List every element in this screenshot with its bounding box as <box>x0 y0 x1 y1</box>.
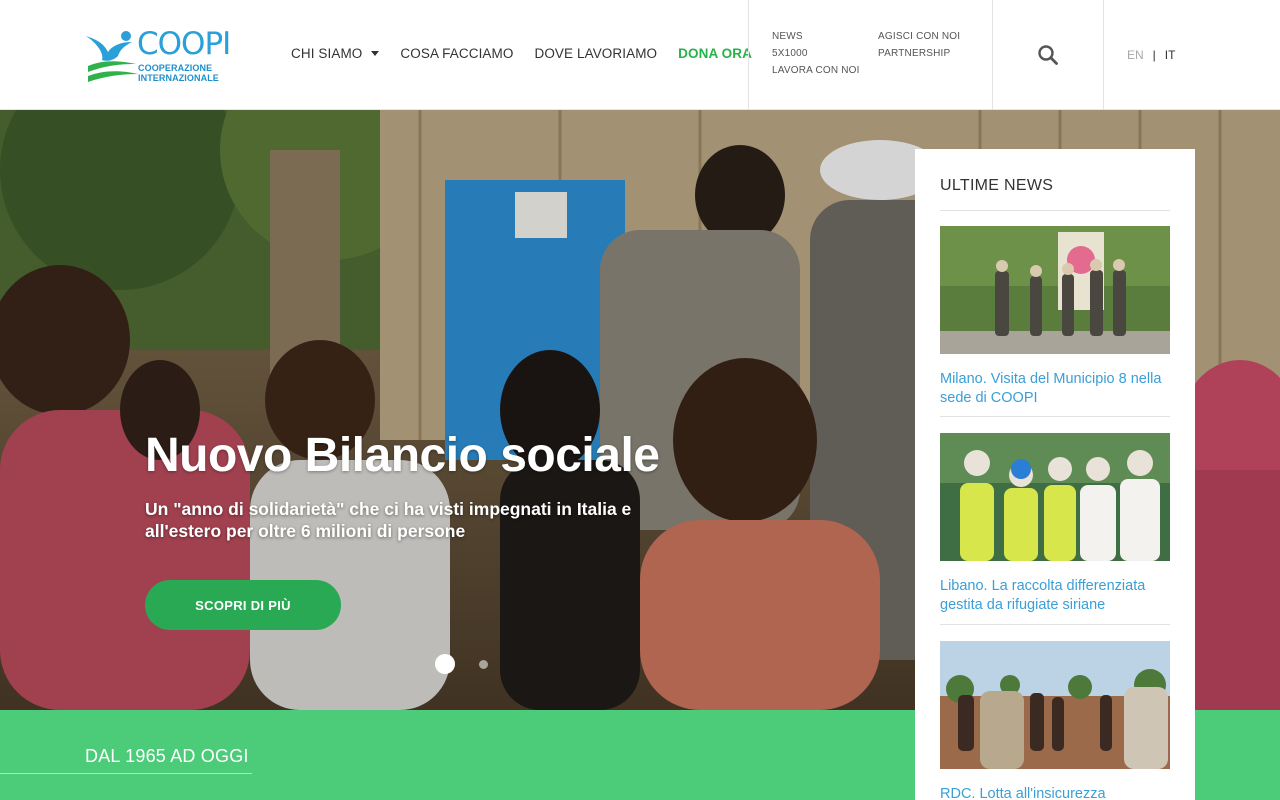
news-caption: Libano. La raccolta differenziata gestit… <box>940 578 1146 613</box>
news-divider <box>940 210 1170 211</box>
main-navigation: CHI SIAMO COSA FACCIAMO DOVE LAVORIAMO D… <box>291 46 752 61</box>
logo-wordmark: COOPI <box>137 26 231 62</box>
news-divider <box>940 416 1170 417</box>
slider-dot-active[interactable] <box>435 654 455 674</box>
nav-cosa-facciamo[interactable]: COSA FACCIAMO <box>400 46 513 61</box>
chevron-down-icon <box>371 51 380 56</box>
news-thumbnail <box>940 433 1170 561</box>
header-divider <box>748 0 749 110</box>
nav-chi-siamo[interactable]: CHI SIAMO <box>291 46 380 61</box>
secnav-partnership[interactable]: PARTNERSHIP <box>878 48 950 59</box>
logo-subtitle: COOPERAZIONE INTERNAZIONALE <box>138 63 219 83</box>
nav-dona-ora[interactable]: DONA ORA <box>678 46 752 61</box>
nav-chi-siamo-label: CHI SIAMO <box>291 46 363 61</box>
news-item[interactable]: Milano. Visita del Municipio 8 nella sed… <box>940 226 1170 408</box>
news-item[interactable]: RDC. Lotta all'insicurezza <box>940 641 1170 800</box>
hero-cta-button[interactable]: SCOPRI DI PIÙ <box>145 580 341 630</box>
secnav-agisci-con-noi[interactable]: AGISCI CON NOI <box>878 31 960 42</box>
news-caption: RDC. Lotta all'insicurezza <box>940 786 1106 800</box>
history-band-divider <box>0 773 252 774</box>
language-it[interactable]: IT <box>1165 48 1176 62</box>
search-button[interactable] <box>1036 43 1060 67</box>
news-item[interactable]: Libano. La raccolta differenziata gestit… <box>940 433 1170 615</box>
nav-dove-lavoriamo[interactable]: DOVE LAVORIAMO <box>534 46 657 61</box>
language-separator: | <box>1152 48 1156 62</box>
latest-news-panel: ULTIME NEWS Milano. Visita del Municipio… <box>915 149 1195 800</box>
history-band-title: DAL 1965 AD OGGI <box>85 746 249 766</box>
header-divider <box>1103 0 1104 110</box>
site-header: COOPI COOPERAZIONE INTERNAZIONALE CHI SI… <box>0 0 1280 110</box>
secnav-lavora-con-noi[interactable]: LAVORA CON NOI <box>772 65 860 76</box>
language-switcher: EN | IT <box>1127 48 1175 62</box>
coopi-logo[interactable]: COOPI COOPERAZIONE INTERNAZIONALE <box>84 26 231 84</box>
dove-logo-icon <box>86 31 138 82</box>
secondary-navigation: NEWS 5X1000 LAVORA CON NOI AGISCI CON NO… <box>772 31 982 91</box>
news-thumbnail <box>940 226 1170 354</box>
news-caption: Milano. Visita del Municipio 8 nella sed… <box>940 371 1162 406</box>
secnav-5x1000[interactable]: 5X1000 <box>772 48 808 59</box>
logo-subtitle-line-1: COOPERAZIONE <box>138 63 213 73</box>
logo-subtitle-line-2: INTERNAZIONALE <box>138 73 219 83</box>
hero-title: Nuovo Bilancio sociale <box>145 429 660 482</box>
header-divider <box>992 0 993 110</box>
news-thumbnail <box>940 641 1170 769</box>
secnav-news[interactable]: NEWS <box>772 31 803 42</box>
search-icon <box>1038 45 1058 65</box>
news-divider <box>940 624 1170 625</box>
hero-subtitle: Un "anno di solidarietà" che ci ha visti… <box>145 499 632 541</box>
slider-dot[interactable] <box>479 660 488 669</box>
latest-news-title: ULTIME NEWS <box>940 177 1054 194</box>
language-en[interactable]: EN <box>1127 48 1144 62</box>
